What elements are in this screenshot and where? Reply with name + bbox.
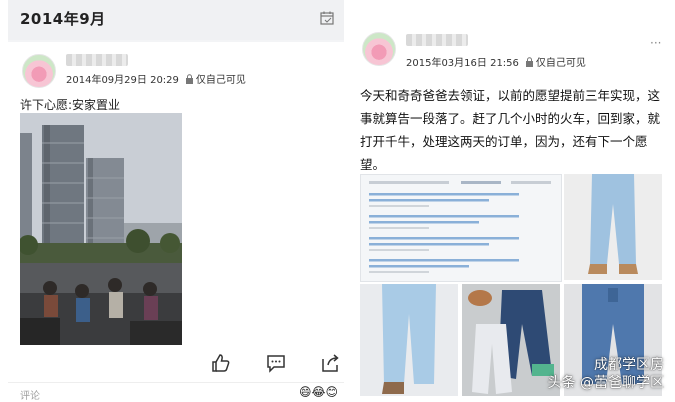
jeans-photo-2[interactable] <box>360 284 458 396</box>
jeans-flatlay-illustration <box>462 284 560 396</box>
blurred-username <box>66 54 128 66</box>
left-post-panel: 2014年9月 2014年09月29日 20:29 仅自己可见 许下心愿:安家置… <box>8 0 344 402</box>
visibility-tag: 仅自己可见 <box>185 71 246 86</box>
post-text: 今天和奇奇爸爸去领证，以前的愿望提前三年实现，这事就算告一段落了。赶了几个小时的… <box>360 88 661 172</box>
emoji-picker[interactable]: 😄😂😊 <box>299 385 338 399</box>
post-timestamp: 2014年09月29日 20:29 <box>66 75 179 86</box>
thumbs-up-icon[interactable] <box>211 353 231 373</box>
post-action-bar <box>8 348 344 378</box>
right-post-panel: 2015年03月16日 21:56 仅自己可见 ··· 今天和奇奇爸爸去领证，以… <box>350 0 670 400</box>
more-menu-icon[interactable]: ··· <box>650 36 661 50</box>
share-icon[interactable] <box>320 353 340 373</box>
post-text: 许下心愿:安家置业 <box>20 98 121 112</box>
left-post-card: 2014年09月29日 20:29 仅自己可见 许下心愿:安家置业 评论 😄😂😊 <box>8 42 344 402</box>
avatar[interactable] <box>22 54 56 88</box>
lock-icon <box>185 73 193 84</box>
order-list-illustration <box>361 175 561 281</box>
post-meta: 2014年09月29日 20:29 仅自己可见 <box>66 71 246 86</box>
comment-bar[interactable]: 评论 😄😂😊 <box>8 382 344 402</box>
jeans-illustration <box>564 174 662 280</box>
order-screenshot-image[interactable] <box>360 174 562 282</box>
post-meta: 2015年03月16日 21:56 仅自己可见 <box>406 54 586 69</box>
blurred-username <box>406 34 468 46</box>
watermark-line1: 成都学区房 <box>594 357 664 373</box>
jeans-flatlay-photo[interactable] <box>462 284 560 396</box>
avatar[interactable] <box>362 32 396 66</box>
calendar-icon[interactable] <box>320 11 334 25</box>
lock-icon <box>525 56 533 67</box>
month-header: 2014年9月 <box>8 0 344 40</box>
watermark-line2: 头条 @蕾爸聊学区 <box>547 375 664 391</box>
jeans-illustration <box>360 284 458 396</box>
visibility-label: 仅自己可见 <box>195 75 246 86</box>
buildings-illustration <box>20 113 182 345</box>
visibility-label: 仅自己可见 <box>535 58 586 69</box>
comment-icon[interactable] <box>266 353 286 373</box>
visibility-tag: 仅自己可见 <box>525 54 586 69</box>
month-title: 2014年9月 <box>20 10 106 28</box>
post-timestamp: 2015年03月16日 21:56 <box>406 58 519 69</box>
post-photo-buildings[interactable] <box>20 113 182 345</box>
jeans-photo-1[interactable] <box>564 174 662 280</box>
